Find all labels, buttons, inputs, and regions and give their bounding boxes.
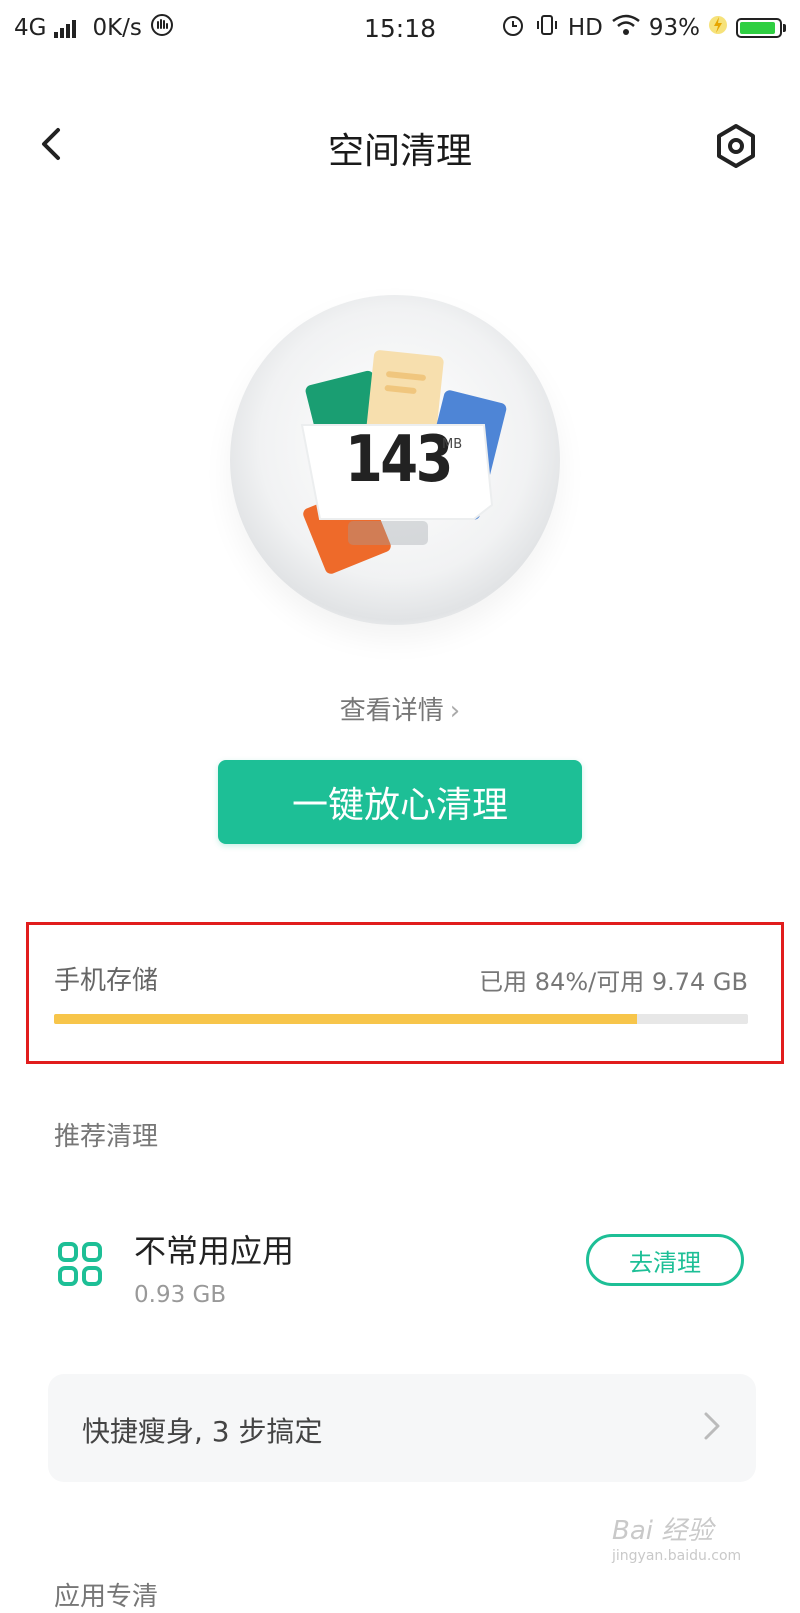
junk-summary-graphic: 143 MB — [230, 295, 570, 635]
view-details-label: 查看详情 — [339, 696, 444, 726]
app-bar: 空间清理 — [0, 100, 800, 190]
signal-icon — [54, 18, 77, 38]
unused-apps-size: 0.93 GB — [134, 1282, 227, 1308]
storage-progress-fill — [54, 1014, 637, 1024]
status-bar: 4G 0K/s 15:18 HD 93% — [0, 0, 800, 56]
watermark-url: jingyan.baidu.com — [612, 1548, 742, 1564]
storage-stats: 已用 84%/可用 9.74 GB — [479, 968, 748, 996]
vibrate-icon — [534, 12, 560, 44]
page-title: 空间清理 — [327, 131, 472, 172]
one-tap-clean-button[interactable]: 一键放心清理 — [218, 760, 582, 844]
storage-label: 手机存储 — [54, 966, 159, 996]
status-right: HD 93% — [500, 12, 786, 44]
list-item-unused-apps[interactable]: 不常用应用 0.93 GB 去清理 — [0, 1220, 800, 1330]
network-type: 4G — [14, 15, 47, 41]
storage-progress-bar — [54, 1014, 748, 1024]
hd-indicator: HD — [567, 15, 603, 41]
watermark: Bai 经验 — [612, 1516, 714, 1546]
chevron-right-icon — [700, 1408, 724, 1444]
apps-grid-icon — [58, 1242, 102, 1286]
battery-percent: 93% — [648, 15, 700, 41]
recommended-heading: 推荐清理 — [54, 1122, 159, 1152]
hand-icon — [150, 13, 174, 43]
quick-slim-card[interactable]: 快捷瘦身, 3 步搞定 — [48, 1374, 756, 1482]
alarm-icon — [500, 12, 526, 44]
network-speed: 0K/s — [92, 15, 142, 41]
app-specific-heading: 应用专清 — [54, 1582, 159, 1612]
settings-icon[interactable] — [712, 122, 760, 170]
go-clean-button[interactable]: 去清理 — [586, 1234, 744, 1286]
view-details-link[interactable]: 查看详情 › — [0, 690, 800, 727]
battery-icon — [736, 18, 786, 38]
junk-size-value: 143 — [345, 423, 453, 497]
chevron-right-icon: › — [449, 696, 461, 726]
charging-icon — [708, 13, 728, 43]
quick-slim-label: 快捷瘦身, 3 步搞定 — [82, 1415, 323, 1448]
unused-apps-title: 不常用应用 — [134, 1232, 295, 1270]
junk-size-unit: MB — [442, 437, 463, 452]
wifi-icon — [611, 13, 641, 43]
status-left: 4G 0K/s — [14, 13, 174, 43]
